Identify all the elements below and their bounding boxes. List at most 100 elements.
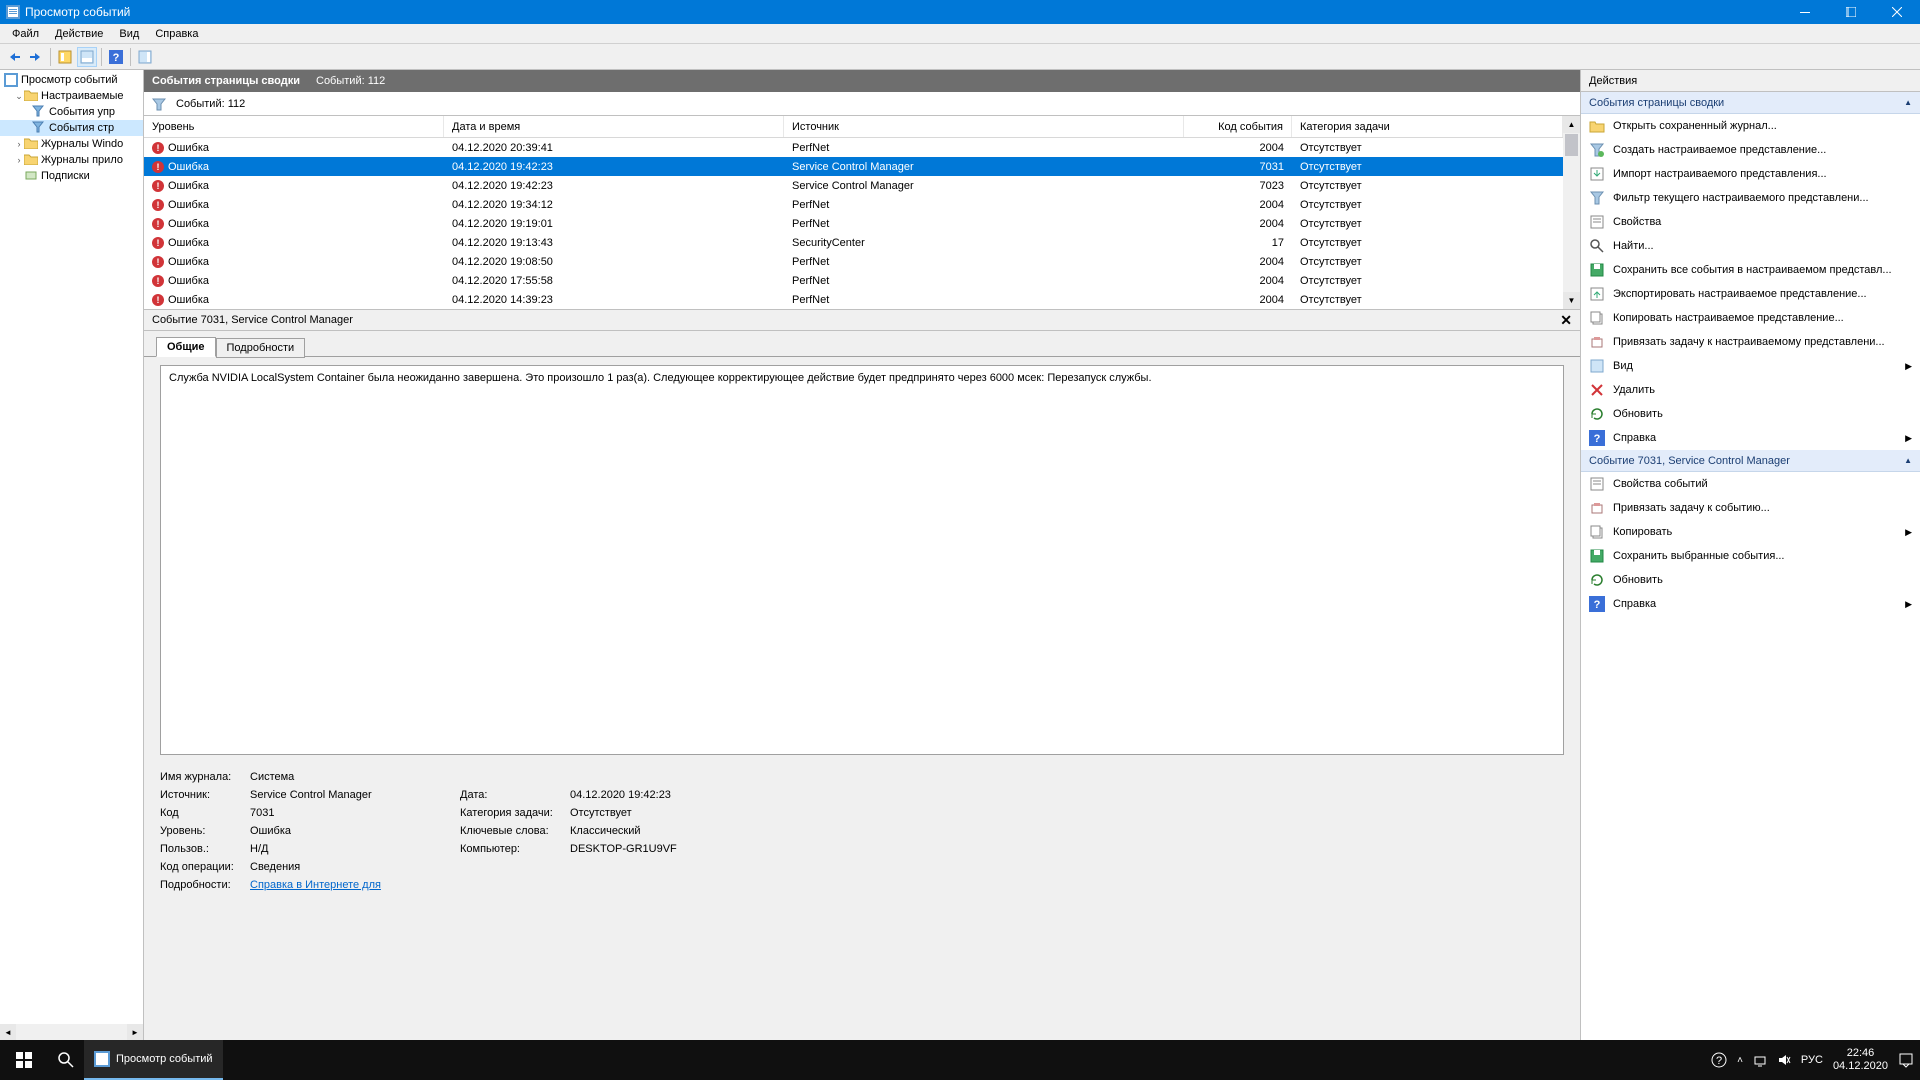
meta-logname: Система: [250, 771, 460, 783]
action-item[interactable]: Копировать настраиваемое представление..…: [1581, 306, 1920, 330]
menu-help[interactable]: Справка: [147, 26, 206, 42]
col-datetime[interactable]: Дата и время: [444, 116, 784, 137]
tray-language[interactable]: РУС: [1801, 1054, 1823, 1066]
tree-hscroll[interactable]: ◄►: [0, 1024, 143, 1040]
action-item[interactable]: ?Справка▶: [1581, 426, 1920, 450]
maximize-button[interactable]: [1828, 0, 1874, 24]
detail-header: Событие 7031, Service Control Manager ✕: [144, 309, 1580, 331]
taskbar-search[interactable]: [48, 1040, 84, 1080]
menu-action[interactable]: Действие: [47, 26, 111, 42]
action-item[interactable]: Обновить: [1581, 568, 1920, 592]
scroll-down-icon[interactable]: ▼: [1563, 292, 1580, 309]
action-item[interactable]: Импорт настраиваемого представления...: [1581, 162, 1920, 186]
meta-help-link[interactable]: Справка в Интернете для: [250, 879, 381, 891]
action-item[interactable]: Открыть сохраненный журнал...: [1581, 114, 1920, 138]
action-item[interactable]: Свойства событий: [1581, 472, 1920, 496]
scroll-thumb[interactable]: [1565, 134, 1578, 156]
save-icon: [1589, 262, 1605, 278]
tree-windows-logs[interactable]: ›Журналы Windo: [0, 136, 143, 152]
forward-button[interactable]: [26, 47, 46, 67]
table-row[interactable]: !Ошибка04.12.2020 19:13:43SecurityCenter…: [144, 233, 1563, 252]
table-row[interactable]: !Ошибка04.12.2020 20:39:41PerfNet2004Отс…: [144, 138, 1563, 157]
menubar: Файл Действие Вид Справка: [0, 24, 1920, 44]
table-row[interactable]: !Ошибка04.12.2020 19:42:23Service Contro…: [144, 157, 1563, 176]
action-item[interactable]: Создать настраиваемое представление...: [1581, 138, 1920, 162]
tray-help-icon[interactable]: ?: [1711, 1052, 1727, 1068]
table-row[interactable]: !Ошибка04.12.2020 14:39:23PerfNet2004Отс…: [144, 290, 1563, 309]
submenu-icon: ▶: [1905, 433, 1912, 444]
action-item[interactable]: Удалить: [1581, 378, 1920, 402]
table-header: Уровень Дата и время Источник Код событи…: [144, 116, 1563, 138]
col-level[interactable]: Уровень: [144, 116, 444, 137]
taskbar: Просмотр событий ? ˄ РУС 22:4604.12.2020: [0, 1040, 1920, 1080]
col-source[interactable]: Источник: [784, 116, 1184, 137]
help-button[interactable]: ?: [106, 47, 126, 67]
action-item[interactable]: Копировать▶: [1581, 520, 1920, 544]
scroll-up-icon[interactable]: ▲: [1563, 116, 1580, 133]
tree-summary-events[interactable]: События стр: [0, 120, 143, 136]
action-item[interactable]: Привязать задачу к событию...: [1581, 496, 1920, 520]
tree-app-logs[interactable]: ›Журналы прило: [0, 152, 143, 168]
action-item[interactable]: Экспортировать настраиваемое представлен…: [1581, 282, 1920, 306]
taskbar-app[interactable]: Просмотр событий: [84, 1040, 223, 1080]
preview-button[interactable]: [77, 47, 97, 67]
view-name: События страницы сводки: [152, 75, 300, 87]
help-icon: ?: [1589, 430, 1605, 446]
menu-file[interactable]: Файл: [4, 26, 47, 42]
action-item[interactable]: Вид▶: [1581, 354, 1920, 378]
tray-volume-icon[interactable]: [1777, 1053, 1791, 1067]
system-tray: ? ˄ РУС 22:4604.12.2020: [1711, 1047, 1920, 1073]
col-code[interactable]: Код события: [1184, 116, 1292, 137]
expand-icon[interactable]: ›: [14, 139, 24, 149]
table-row[interactable]: !Ошибка04.12.2020 19:34:12PerfNet2004Отс…: [144, 195, 1563, 214]
table-row[interactable]: !Ошибка04.12.2020 19:08:50PerfNet2004Отс…: [144, 252, 1563, 271]
table-row[interactable]: !Ошибка04.12.2020 19:19:01PerfNet2004Отс…: [144, 214, 1563, 233]
refresh-icon: [1589, 572, 1605, 588]
table-row[interactable]: !Ошибка04.12.2020 19:42:23Service Contro…: [144, 176, 1563, 195]
action-item[interactable]: Фильтр текущего настраиваемого представл…: [1581, 186, 1920, 210]
attach-icon: [1589, 500, 1605, 516]
show-hide-button[interactable]: [55, 47, 75, 67]
event-table: Уровень Дата и время Источник Код событи…: [144, 116, 1563, 309]
tray-chevron-icon[interactable]: ˄: [1737, 1055, 1743, 1066]
event-description: Служба NVIDIA LocalSystem Container была…: [160, 365, 1564, 755]
tree-custom-views[interactable]: ⌄Настраиваемые: [0, 88, 143, 104]
tab-details[interactable]: Подробности: [216, 338, 306, 358]
tree-subscriptions[interactable]: Подписки: [0, 168, 143, 184]
tray-notifications-icon[interactable]: [1898, 1052, 1914, 1068]
expand-icon[interactable]: ›: [14, 155, 24, 165]
actions-section-view[interactable]: События страницы сводки▲: [1581, 92, 1920, 114]
start-button[interactable]: [0, 1040, 48, 1080]
back-button[interactable]: [4, 47, 24, 67]
delete-icon: [1589, 382, 1605, 398]
tab-general[interactable]: Общие: [156, 337, 216, 357]
table-row[interactable]: !Ошибка04.12.2020 17:55:58PerfNet2004Отс…: [144, 271, 1563, 290]
meta-source: Service Control Manager: [250, 789, 460, 801]
detail-close-icon[interactable]: ✕: [1560, 312, 1572, 329]
action-item[interactable]: Привязать задачу к настраиваемому предст…: [1581, 330, 1920, 354]
submenu-icon: ▶: [1905, 361, 1912, 372]
attach-icon: [1589, 334, 1605, 350]
props-icon: [1589, 214, 1605, 230]
action-item[interactable]: Обновить: [1581, 402, 1920, 426]
tray-network-icon[interactable]: [1753, 1053, 1767, 1067]
close-button[interactable]: [1874, 0, 1920, 24]
expand-icon[interactable]: ⌄: [14, 91, 24, 102]
svg-text:?: ?: [1716, 1055, 1722, 1067]
tree-admin-events[interactable]: События упр: [0, 104, 143, 120]
actions-section-event[interactable]: Событие 7031, Service Control Manager▲: [1581, 450, 1920, 472]
svg-text:?: ?: [113, 52, 120, 64]
action-item[interactable]: Сохранить выбранные события...: [1581, 544, 1920, 568]
action-item[interactable]: Сохранить все события в настраиваемом пр…: [1581, 258, 1920, 282]
actions-pane-button[interactable]: [135, 47, 155, 67]
action-item[interactable]: Найти...: [1581, 234, 1920, 258]
tray-clock[interactable]: 22:4604.12.2020: [1833, 1047, 1888, 1073]
filter-bar: Событий: 112: [144, 92, 1580, 116]
minimize-button[interactable]: [1782, 0, 1828, 24]
table-vscroll[interactable]: ▲ ▼: [1563, 116, 1580, 309]
menu-view[interactable]: Вид: [111, 26, 147, 42]
tree-root[interactable]: Просмотр событий: [0, 72, 143, 88]
col-category[interactable]: Категория задачи: [1292, 116, 1563, 137]
action-item[interactable]: ?Справка▶: [1581, 592, 1920, 616]
action-item[interactable]: Свойства: [1581, 210, 1920, 234]
